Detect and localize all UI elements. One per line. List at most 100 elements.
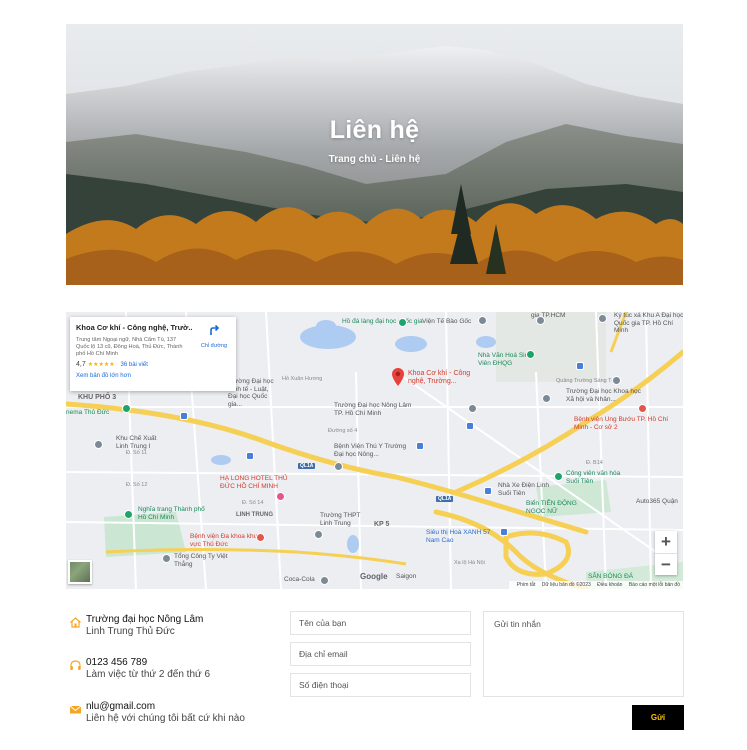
map-label: Nghĩa trang Thành phố Hồ Chí Minh xyxy=(138,506,205,521)
poi-pin-icon[interactable] xyxy=(246,452,254,460)
map-label: Bệnh viện Đa khoa khu vực Thủ Đức xyxy=(190,533,258,548)
poi-pin-icon[interactable] xyxy=(554,472,563,481)
email-main[interactable]: nlu@gmail.com xyxy=(86,701,245,713)
message-field[interactable]: Gửi tin nhắn xyxy=(483,611,684,697)
google-map[interactable]: Hồ đá làng đại học quốc gia Viện Tế Bào … xyxy=(66,312,683,589)
map-label: Bệnh Viện Thú Y Trường Đại học Nông... xyxy=(334,443,407,458)
highway-shield: QL1A xyxy=(298,463,316,469)
poi-pin-icon[interactable] xyxy=(500,528,508,536)
place-title: Khoa Cơ khí - Công nghệ, Trườ... xyxy=(76,323,192,332)
location-marker-label: Khoa Cơ khí - Công nghệ, Trường... xyxy=(408,370,471,385)
hospital-pin-icon[interactable] xyxy=(256,533,265,542)
map-data-text: Dữ liệu bản đồ ©2023 xyxy=(541,582,591,588)
map-label: Siêu thị Hoà XANH 57 Nam Cao xyxy=(426,529,491,544)
map-label: Quảng Trường Sáng Tạo xyxy=(556,378,618,384)
poi-pin-icon[interactable] xyxy=(122,404,131,413)
hospital-pin-icon[interactable] xyxy=(638,404,647,413)
map-label: SÂN BÓNG ĐÁ xyxy=(588,573,634,580)
directions-button[interactable]: Chỉ đường xyxy=(196,323,232,349)
hero-banner: Liên hệ Trang chủ - Liên hệ xyxy=(66,24,683,285)
map-label: Đ. Số 12 xyxy=(126,482,148,488)
poi-pin-icon[interactable] xyxy=(466,422,474,430)
poi-pin-icon[interactable] xyxy=(542,394,551,403)
name-field[interactable]: Tên của bạn xyxy=(290,611,471,635)
zoom-in-button[interactable]: + xyxy=(655,531,677,553)
satellite-toggle-thumbnail[interactable] xyxy=(68,560,92,584)
map-label: Công viên văn hóa Suối Tiên xyxy=(566,470,621,485)
poi-pin-icon[interactable] xyxy=(162,554,171,563)
home-icon xyxy=(70,617,81,628)
directions-label: Chỉ đường xyxy=(200,343,228,349)
poi-pin-icon[interactable] xyxy=(94,440,103,449)
location-marker-icon[interactable] xyxy=(392,368,404,386)
map-label: Biển TIÊN ĐỘNG NGỌC NỮ xyxy=(526,500,577,515)
zoom-out-button[interactable]: − xyxy=(655,553,677,575)
poi-pin-icon[interactable] xyxy=(468,404,477,413)
phone-main: 0123 456 789 xyxy=(86,657,148,668)
map-label: Trường THPT Linh Trung xyxy=(320,512,361,527)
headphones-icon xyxy=(70,660,81,670)
poi-pin-icon[interactable] xyxy=(576,362,584,370)
poi-pin-icon[interactable] xyxy=(598,314,607,323)
poi-pin-icon[interactable] xyxy=(416,442,424,450)
map-label: Bệnh viện Ung Bướu TP. Hồ Chí Minh - Cơ … xyxy=(574,416,669,431)
directions-icon xyxy=(210,324,220,335)
terms-link[interactable]: Điều khoản xyxy=(597,582,622,588)
map-label: Saigon xyxy=(396,573,417,580)
map-label: Xa lộ Hà Nội xyxy=(454,560,485,566)
keyboard-shortcuts-link[interactable]: Phím tắt xyxy=(517,582,536,588)
poi-pin-icon[interactable] xyxy=(314,530,323,539)
poi-pin-icon[interactable] xyxy=(320,576,329,585)
contact-email: nlu@gmail.com Liên hệ với chúng tôi bất … xyxy=(69,701,245,725)
email-field[interactable]: Địa chỉ email xyxy=(290,642,471,666)
poi-pin-icon[interactable] xyxy=(612,376,621,385)
envelope-icon xyxy=(69,705,82,714)
larger-map-link[interactable]: Xem bản đồ lớn hơn xyxy=(76,373,230,379)
poi-pin-icon[interactable] xyxy=(536,316,545,325)
map-label: Ký túc xá Khu A Đại học Quốc gia TP. Hồ … xyxy=(614,312,683,334)
place-reviews-link[interactable]: 36 bài viết xyxy=(121,362,148,368)
map-label: Hồ Xuân Hương xyxy=(282,376,323,382)
map-label: Nhà Xe Điện Linh Suối Tiên xyxy=(498,482,549,497)
email-sub: Liên hệ với chúng tôi bất cứ khi nào xyxy=(86,713,245,724)
map-label: Trường Đại học Nông Lâm TP. Hồ Chí Minh xyxy=(334,402,412,417)
map-label: Coca-Cola xyxy=(284,576,315,583)
contact-address: Trường đại học Nông Lâm Linh Trung Thủ Đ… xyxy=(69,614,203,638)
send-button[interactable]: Gửi xyxy=(632,705,684,730)
map-label: Auto365 Quận xyxy=(636,498,678,505)
breadcrumb[interactable]: Trang chủ - Liên hệ xyxy=(66,154,683,165)
star-rating-icon: ★★★★★ xyxy=(87,362,115,368)
place-rating: 4,7 xyxy=(76,361,86,368)
zoom-controls: + − xyxy=(655,531,677,575)
address-sub: Linh Trung Thủ Đức xyxy=(86,626,175,637)
poi-pin-icon[interactable] xyxy=(478,316,487,325)
map-label: Đ. Số 14 xyxy=(242,500,264,506)
hotel-pin-icon[interactable] xyxy=(276,492,285,501)
map-label: Khu Chế Xuất Linh Trung I xyxy=(116,435,157,450)
phone-field[interactable]: Số điện thoại xyxy=(290,673,471,697)
map-label: Đường số 4 xyxy=(328,428,358,434)
poi-pin-icon[interactable] xyxy=(124,510,133,519)
map-attribution: Phím tắt Dữ liệu bản đồ ©2023 Điều khoản… xyxy=(508,581,683,589)
map-label: HẠ LONG HOTEL THỦ ĐỨC HỒ CHÍ MINH xyxy=(220,475,288,490)
address-main: Trường đại học Nông Lâm xyxy=(86,614,204,625)
poi-pin-icon[interactable] xyxy=(180,412,188,420)
phone-sub: Làm việc từ thứ 2 đến thứ 6 xyxy=(86,669,211,680)
google-logo: Google xyxy=(360,572,388,581)
poi-pin-icon[interactable] xyxy=(484,487,492,495)
poi-pin-icon[interactable] xyxy=(526,350,535,359)
map-label: nema Thủ Đức xyxy=(66,409,110,416)
map-label: Đ. Số 11 xyxy=(126,450,147,456)
report-error-link[interactable]: Báo cáo một lỗi bản đồ xyxy=(629,582,680,588)
place-address: Trung tâm Ngoại ngữ, Nhà Cẩm Tú, 137 Quố… xyxy=(76,337,183,357)
contact-phone: 0123 456 789 Làm việc từ thứ 2 đến thứ 6 xyxy=(69,657,210,681)
map-label: Trường Đại học Khoa học Xã hội và Nhân..… xyxy=(566,388,641,403)
map-label: Đ. B14 xyxy=(586,460,603,466)
poi-pin-icon[interactable] xyxy=(398,318,407,327)
poi-pin-icon[interactable] xyxy=(334,462,343,471)
map-label: Viện Tế Bào Gốc xyxy=(422,318,472,325)
map-label: LINH TRUNG xyxy=(236,512,273,518)
page-title: Liên hệ xyxy=(329,116,420,144)
map-label: KHU PHỐ 3 xyxy=(78,394,117,401)
map-label: Tổng Công Ty Việt Thắng xyxy=(174,553,228,568)
